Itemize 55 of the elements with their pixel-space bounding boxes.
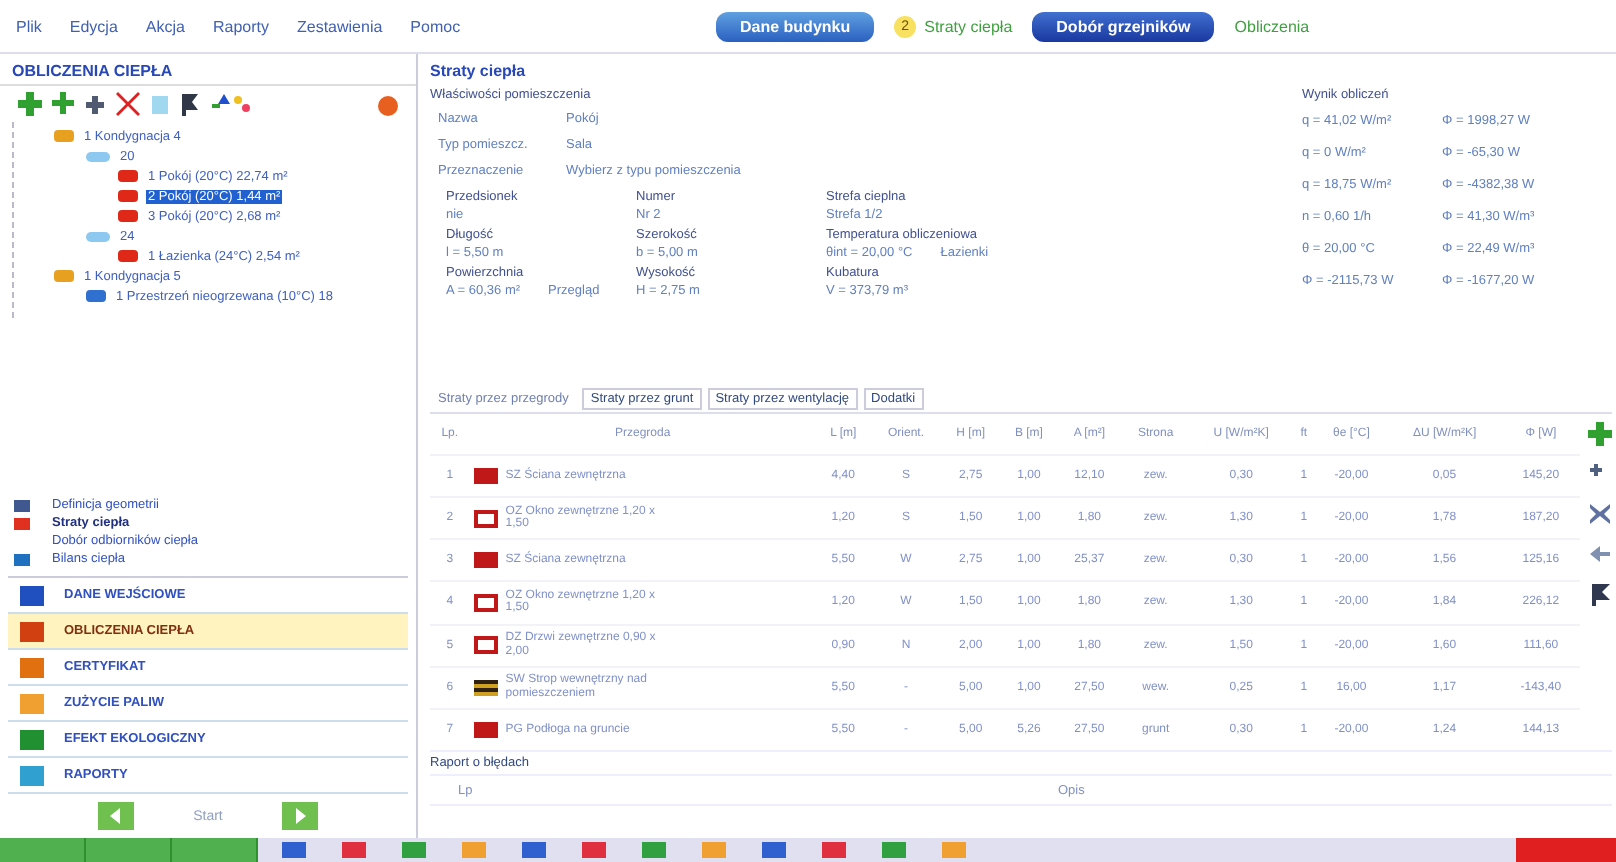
taskbar-icon[interactable] [702,842,726,858]
flag-icon[interactable] [1588,582,1612,606]
taskbar-icon[interactable] [762,842,786,858]
menu-item[interactable]: Plik [16,17,42,35]
partition-icon [473,636,498,655]
partition-icon [473,593,498,612]
add-icon[interactable] [1588,422,1612,446]
partition-icon [473,721,498,738]
partition-icon [473,509,498,528]
delete-icon[interactable] [1588,502,1612,526]
taskbar-icon[interactable] [282,842,306,858]
arrow-left-icon [105,806,126,826]
wizard-link[interactable]: Straty ciepła [924,17,1013,35]
step-icon [14,553,30,565]
menu-item[interactable]: Akcja [145,17,185,35]
partition-icon [473,468,498,485]
menu-item[interactable]: Raporty [212,17,269,35]
menu-item[interactable]: Pomoc [410,17,461,35]
add-icon[interactable] [84,90,108,118]
menu-item[interactable]: Zestawienia [296,17,383,35]
taskbar-icon[interactable] [882,842,906,858]
taskbar-icon[interactable] [402,842,426,858]
taskbar-icon[interactable] [642,842,666,858]
menu-item[interactable]: Edycja [69,17,118,35]
taskbar-icon[interactable] [342,842,366,858]
taskbar-icon[interactable] [942,842,966,858]
flag-icon[interactable] [178,90,202,118]
delete-icon[interactable] [114,90,142,118]
panel-title: OBLICZENIA CIEPŁA [10,60,175,84]
taskbar-icon[interactable] [522,842,546,858]
module-icon [20,765,44,785]
partition-icon [473,552,498,569]
taskbar-icon[interactable] [582,842,606,858]
module-icon [20,693,44,713]
arrow-left-icon[interactable] [1588,542,1612,566]
taskbar-button[interactable] [0,838,86,862]
taskbar-icon[interactable] [822,842,846,858]
taskbar-button[interactable] [86,838,172,862]
taskbar-button[interactable] [1516,838,1616,862]
wizard-link[interactable]: Obliczenia [1234,17,1310,35]
wizard-button[interactable]: Dobór grzejników [1032,11,1215,41]
partition-icon [473,679,498,696]
taskbar-button[interactable] [172,838,258,862]
page-title: Straty ciepła [430,60,528,84]
module-icon [20,621,44,641]
forward-button[interactable] [282,802,319,830]
wizard-button[interactable]: Dane budynku [716,11,875,41]
arrow-right-icon [290,806,311,826]
module-icon [20,657,44,677]
module-icon [20,729,44,749]
module-icon [20,585,44,605]
back-button[interactable] [97,802,134,830]
add-icon[interactable] [16,90,44,118]
add-icon[interactable] [50,90,78,118]
taskbar-icon[interactable] [462,842,486,858]
